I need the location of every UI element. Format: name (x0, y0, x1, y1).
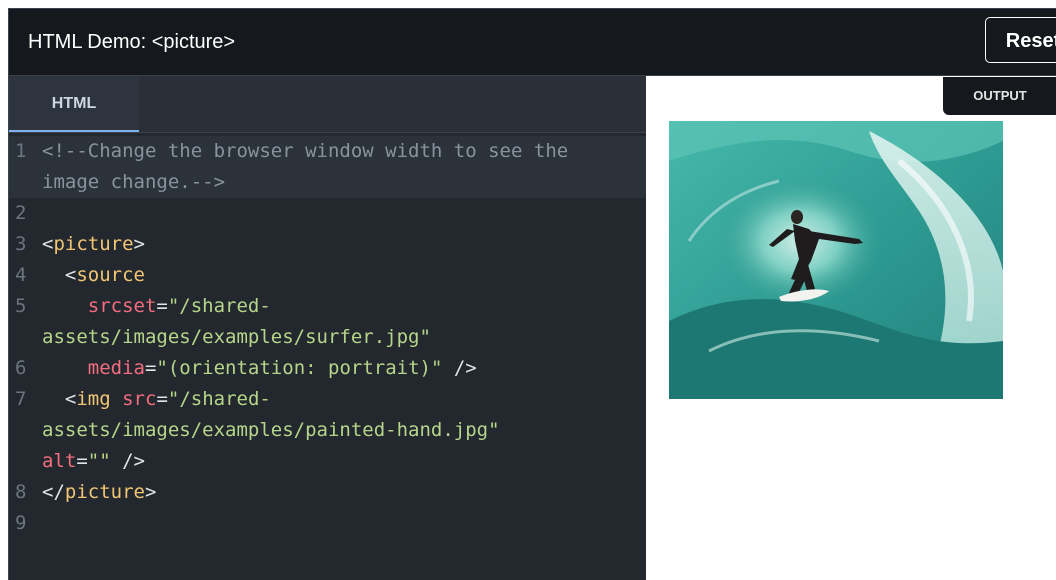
surfer-image-graphic (669, 121, 1003, 399)
code-token: /> (110, 450, 145, 472)
demo-title: HTML Demo: <picture> (28, 31, 236, 53)
code-token: <!--Change the browser window width to s… (42, 140, 569, 162)
code-line[interactable]: 8 </picture> (9, 477, 646, 508)
code-token: source (76, 264, 145, 286)
code-token: = (156, 388, 168, 410)
code-token: assets/images/examples/surfer.jpg" (42, 326, 431, 348)
line-number: 9 (15, 512, 27, 534)
code-token: = (144, 357, 157, 379)
code-token: "(orientation: portrait)" (156, 357, 443, 379)
tab-html[interactable]: HTML (9, 76, 139, 132)
code-text: assets/images/examples/painted-hand.jpg" (42, 415, 500, 446)
code-line[interactable]: 4 <source (9, 260, 646, 291)
line-number: 7 (15, 388, 27, 410)
code-line[interactable]: image change.--> (9, 167, 646, 198)
code-text: media="(orientation: portrait)" /> (42, 353, 477, 384)
code-line[interactable]: 9 (9, 508, 646, 539)
code-token: srcset (87, 295, 157, 317)
reset-button[interactable]: Reset (985, 17, 1056, 63)
code-editor[interactable]: HTML 1 <!--Change the browser window widt… (9, 76, 646, 580)
line-number: 5 (15, 295, 27, 317)
code-line[interactable]: 7 <img src="/shared- (9, 384, 646, 415)
code-line[interactable]: 3 <picture> (9, 229, 646, 260)
line-number: 4 (15, 264, 27, 286)
code-token: "/shared- (167, 295, 271, 317)
code-token: < (42, 388, 77, 410)
tab-output[interactable]: OUTPUT (943, 77, 1056, 115)
code-token: img (76, 388, 111, 410)
line-number: 2 (15, 202, 27, 224)
code-line[interactable]: 2 (9, 198, 646, 229)
code-text: <source (42, 260, 145, 291)
code-area[interactable]: 1 <!--Change the browser window width to … (9, 136, 646, 539)
code-token: "" (87, 450, 111, 472)
code-token: alt (42, 450, 77, 472)
code-text: </picture> (42, 477, 156, 508)
code-line[interactable]: 5 srcset="/shared- (9, 291, 646, 322)
demo-frame: HTML Demo: <picture> Reset HTML 1 <!--Cha… (8, 8, 1056, 580)
code-token: </ (42, 481, 65, 503)
code-text: <img src="/shared- (42, 384, 271, 415)
code-token: /> (442, 357, 477, 379)
code-token: media (87, 357, 145, 379)
code-line[interactable]: assets/images/examples/painted-hand.jpg" (9, 415, 646, 446)
line-number: 3 (15, 233, 27, 255)
code-text: assets/images/examples/surfer.jpg" (42, 322, 431, 353)
code-token: src (122, 388, 157, 410)
code-token: > (133, 233, 145, 255)
code-line[interactable]: 1 <!--Change the browser window width to … (9, 136, 646, 167)
code-text: <picture> (42, 229, 145, 260)
code-token: = (156, 295, 168, 317)
demo-header: HTML Demo: <picture> Reset (9, 9, 1056, 76)
code-token: = (76, 450, 88, 472)
code-token: image change.--> (42, 171, 226, 193)
code-token: assets/images/examples/painted-hand.jpg" (42, 419, 500, 441)
code-token: < (42, 264, 77, 286)
code-line[interactable]: 6 media="(orientation: portrait)" /> (9, 353, 646, 384)
surfer-image (669, 121, 1003, 399)
code-text: image change.--> (42, 167, 225, 198)
line-number: 8 (15, 481, 27, 503)
code-text: <!--Change the browser window width to s… (42, 136, 568, 167)
code-token: picture (53, 233, 134, 255)
editor-tabbar: HTML (9, 76, 646, 133)
code-token: < (42, 233, 54, 255)
code-text: srcset="/shared- (42, 291, 271, 322)
line-number: 1 (15, 140, 27, 162)
code-line[interactable]: assets/images/examples/surfer.jpg" (9, 322, 646, 353)
code-token: picture (64, 481, 145, 503)
code-token: > (144, 481, 157, 503)
line-number: 6 (15, 357, 27, 379)
code-text: alt="" /> (42, 446, 145, 477)
code-token: "/shared- (167, 388, 271, 410)
code-line[interactable]: alt="" /> (9, 446, 646, 477)
